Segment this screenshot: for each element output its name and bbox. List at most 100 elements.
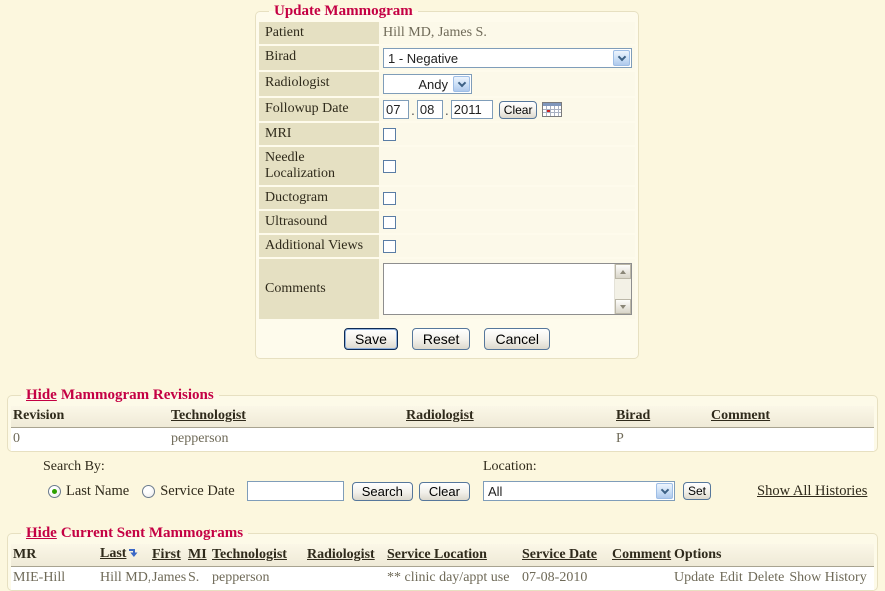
ultrasound-row: Ultrasound	[259, 211, 635, 233]
chevron-down-icon[interactable]	[656, 483, 673, 499]
last-cell: Hill MD,	[98, 567, 150, 591]
birad-sort-link[interactable]: Birad	[616, 408, 650, 423]
comments-text[interactable]	[384, 264, 614, 314]
date-separator: .	[411, 102, 415, 118]
mammogram-revisions-section: HideMammogram Revisions Revision Technol…	[7, 387, 878, 452]
mri-checkbox[interactable]	[383, 128, 396, 141]
location-label: Location:	[483, 459, 885, 475]
first-cell: James,	[150, 567, 186, 591]
birad-label: Birad	[259, 46, 379, 70]
update-link[interactable]: Update	[674, 570, 714, 585]
radiologist-cell	[404, 428, 614, 452]
mri-row: MRI	[259, 123, 635, 145]
revisions-table: Revision Technologist Radiologist Birad …	[11, 406, 874, 451]
last-sort-link[interactable]: Last	[100, 546, 126, 561]
service-location-sort-link[interactable]: Service Location	[387, 547, 487, 562]
technologist-sort-link[interactable]: Technologist	[171, 408, 246, 423]
edit-link[interactable]: Edit	[719, 570, 742, 585]
reset-button[interactable]: Reset	[412, 328, 471, 350]
sent-header-row: MR Last First MI Technologist Radiologis…	[11, 544, 874, 567]
current-sent-mammograms-section: HideCurrent Sent Mammograms MR Last Firs…	[7, 525, 878, 591]
search-bar: Search By: Last Name Service Date Search…	[0, 459, 885, 501]
needle-localization-checkbox[interactable]	[383, 160, 396, 173]
comments-scrollbar[interactable]	[614, 264, 631, 314]
current-sent-title: Current Sent Mammograms	[61, 525, 243, 541]
last-name-radio[interactable]: Last Name	[48, 483, 129, 500]
revisions-title: Mammogram Revisions	[61, 387, 214, 403]
needle-localization-label: Needle Localization	[259, 147, 379, 185]
technologist-sort-link[interactable]: Technologist	[212, 547, 287, 562]
radiologist-select[interactable]: Andy	[383, 74, 472, 94]
clear-date-button[interactable]: Clear	[499, 101, 538, 119]
mi-sort-link[interactable]: MI	[188, 547, 207, 562]
radiologist-label: Radiologist	[259, 72, 379, 96]
followup-day-input[interactable]	[417, 100, 443, 119]
comments-row: Comments	[259, 259, 635, 319]
birad-row: Birad 1 - Negative	[259, 46, 635, 70]
birad-selected-value: 1 - Negative	[384, 51, 612, 66]
form-actions: Save Reset Cancel	[259, 321, 635, 355]
radiologist-selected-value: Andy	[384, 77, 452, 92]
birad-cell: P	[614, 428, 709, 452]
followup-date-label: Followup Date	[259, 98, 379, 121]
patient-row: Patient Hill MD, James S.	[259, 22, 635, 44]
location-selected-value: All	[484, 484, 655, 499]
comment-cell	[610, 567, 672, 591]
comments-textarea[interactable]	[383, 263, 632, 315]
clear-search-button[interactable]: Clear	[419, 482, 470, 501]
show-history-link[interactable]: Show History	[789, 570, 866, 585]
radio-unselected-icon[interactable]	[142, 485, 155, 498]
additional-views-checkbox[interactable]	[383, 240, 396, 253]
search-button[interactable]: Search	[352, 482, 413, 501]
comment-sort-link[interactable]: Comment	[612, 547, 671, 562]
birad-select[interactable]: 1 - Negative	[383, 48, 632, 68]
calendar-icon[interactable]	[542, 102, 562, 117]
revision-cell: 0	[11, 428, 169, 452]
chevron-down-icon[interactable]	[613, 50, 630, 66]
save-button[interactable]: Save	[344, 328, 398, 350]
patient-value: Hill MD, James S.	[379, 22, 635, 44]
first-sort-link[interactable]: First	[152, 547, 181, 562]
technologist-cell: pepperson	[169, 428, 404, 452]
service-date-sort-link[interactable]: Service Date	[522, 547, 597, 562]
additional-views-row: Additional Views	[259, 235, 635, 257]
current-sent-legend: HideCurrent Sent Mammograms	[21, 525, 248, 542]
options-cell: Update Edit Delete Show History	[672, 567, 874, 591]
hide-sent-link[interactable]: Hide	[26, 525, 57, 541]
set-location-button[interactable]: Set	[683, 482, 711, 500]
radiologist-sort-link[interactable]: Radiologist	[406, 408, 474, 423]
followup-year-input[interactable]	[451, 100, 493, 119]
mammogram-revisions-legend: HideMammogram Revisions	[21, 387, 219, 404]
ductogram-checkbox[interactable]	[383, 192, 396, 205]
radiologist-row: Radiologist Andy	[259, 72, 635, 96]
technologist-cell: pepperson	[210, 567, 305, 591]
service-location-cell: ** clinic day/appt use	[385, 567, 520, 591]
comment-sort-link[interactable]: Comment	[711, 408, 770, 423]
scroll-up-icon[interactable]	[615, 264, 631, 279]
radiologist-sort-link[interactable]: Radiologist	[307, 547, 375, 562]
scroll-down-icon[interactable]	[615, 299, 631, 314]
service-date-radio[interactable]: Service Date	[142, 483, 234, 500]
radio-selected-icon[interactable]	[48, 485, 61, 498]
search-input[interactable]	[247, 481, 344, 501]
mr-column-header: MR	[11, 544, 98, 567]
cancel-button[interactable]: Cancel	[484, 328, 550, 350]
followup-month-input[interactable]	[383, 100, 409, 119]
show-all-histories-link[interactable]: Show All Histories	[757, 483, 867, 500]
sent-table-row: MIE-Hill Hill MD, James, S. pepperson **…	[11, 567, 874, 591]
ductogram-row: Ductogram	[259, 187, 635, 209]
hide-revisions-link[interactable]: Hide	[26, 387, 57, 403]
ultrasound-checkbox[interactable]	[383, 216, 396, 229]
radiologist-cell	[305, 567, 385, 591]
comments-label: Comments	[259, 259, 379, 319]
location-select[interactable]: All	[483, 481, 675, 501]
patient-label: Patient	[259, 22, 379, 44]
additional-views-label: Additional Views	[259, 235, 379, 257]
last-name-radio-label: Last Name	[66, 483, 129, 500]
delete-link[interactable]: Delete	[748, 570, 785, 585]
revision-column-header: Revision	[11, 406, 169, 428]
followup-date-row: Followup Date . . Clear	[259, 98, 635, 121]
update-mammogram-title: Update Mammogram	[269, 3, 418, 20]
update-mammogram-form: Update Mammogram Patient Hill MD, James …	[255, 3, 639, 359]
chevron-down-icon[interactable]	[453, 76, 470, 92]
